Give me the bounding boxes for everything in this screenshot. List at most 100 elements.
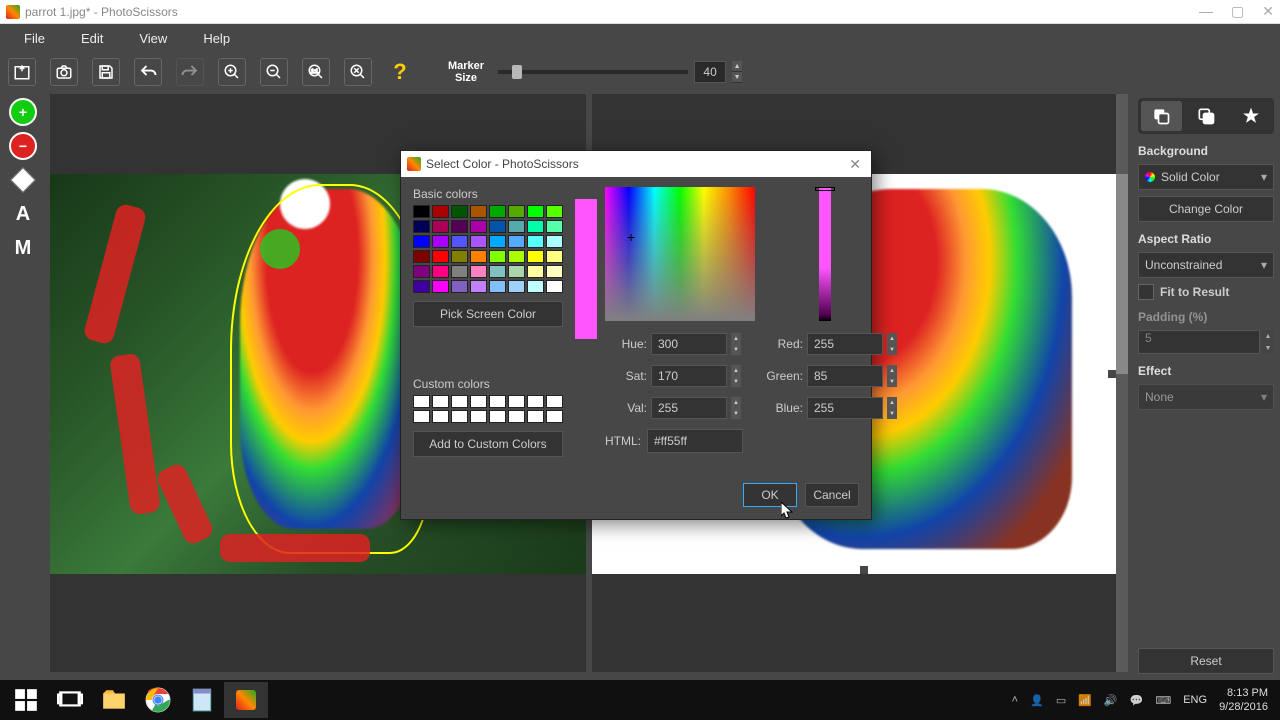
dialog-close-button[interactable]: ✕ (845, 156, 865, 173)
basic-swatch[interactable] (470, 250, 487, 263)
basic-swatch[interactable] (546, 220, 563, 233)
basic-swatch[interactable] (508, 265, 525, 278)
hue-slider[interactable] (819, 187, 831, 321)
basic-swatch[interactable] (470, 220, 487, 233)
chrome-icon[interactable] (136, 682, 180, 718)
basic-swatch[interactable] (451, 220, 468, 233)
basic-swatch[interactable] (451, 280, 468, 293)
basic-swatch[interactable] (413, 205, 430, 218)
basic-swatch[interactable] (432, 205, 449, 218)
custom-swatch[interactable] (489, 395, 506, 408)
saturation-picker[interactable]: + (605, 187, 755, 321)
tab-favorites[interactable] (1230, 101, 1271, 131)
aspect-ratio-dropdown[interactable]: Unconstrained (1138, 252, 1274, 278)
basic-swatch[interactable] (432, 280, 449, 293)
maximize-button[interactable]: ▢ (1231, 3, 1244, 20)
marker-size-slider[interactable] (498, 70, 688, 74)
hue-input[interactable] (651, 333, 727, 355)
val-input[interactable] (651, 397, 727, 419)
basic-swatch[interactable] (413, 265, 430, 278)
clock[interactable]: 8:13 PM 9/28/2016 (1219, 686, 1268, 715)
custom-swatch[interactable] (489, 410, 506, 423)
basic-swatch[interactable] (432, 265, 449, 278)
basic-swatch[interactable] (508, 220, 525, 233)
sat-input[interactable] (651, 365, 727, 387)
basic-swatch[interactable] (413, 250, 430, 263)
basic-swatch[interactable] (527, 250, 544, 263)
basic-swatch[interactable] (546, 265, 563, 278)
photoscissors-taskbar-icon[interactable] (224, 682, 268, 718)
basic-swatch[interactable] (470, 235, 487, 248)
people-icon[interactable]: 👤 (1030, 694, 1044, 707)
marker-size-down[interactable]: ▼ (732, 72, 742, 83)
wifi-icon[interactable]: 📶 (1078, 694, 1092, 707)
basic-swatch[interactable] (546, 205, 563, 218)
basic-swatch[interactable] (413, 280, 430, 293)
dialog-titlebar[interactable]: Select Color - PhotoScissors ✕ (401, 151, 871, 177)
basic-swatch[interactable] (527, 280, 544, 293)
padding-input[interactable]: 5 (1138, 330, 1260, 354)
background-mode-dropdown[interactable]: Solid Color (1138, 164, 1274, 190)
custom-swatch[interactable] (432, 395, 449, 408)
basic-swatch[interactable] (470, 205, 487, 218)
custom-swatch[interactable] (470, 395, 487, 408)
notepad-icon[interactable] (180, 682, 224, 718)
custom-swatch[interactable] (451, 395, 468, 408)
basic-swatch[interactable] (489, 205, 506, 218)
custom-swatch[interactable] (527, 410, 544, 423)
basic-swatch[interactable] (489, 250, 506, 263)
red-input[interactable] (807, 333, 883, 355)
basic-swatch[interactable] (546, 235, 563, 248)
basic-swatch[interactable] (546, 250, 563, 263)
marker-size-up[interactable]: ▲ (732, 61, 742, 72)
custom-swatch[interactable] (546, 395, 563, 408)
zoom-actual-button[interactable]: 1:1 (302, 58, 330, 86)
basic-swatch[interactable] (451, 265, 468, 278)
custom-swatch[interactable] (451, 410, 468, 423)
cancel-button[interactable]: Cancel (805, 483, 859, 507)
tab-foreground[interactable] (1186, 101, 1227, 131)
padding-down[interactable]: ▼ (1262, 342, 1274, 354)
custom-swatch[interactable] (413, 395, 430, 408)
marker-size-value[interactable]: 40 (694, 61, 726, 83)
start-button[interactable] (4, 682, 48, 718)
basic-swatch[interactable] (489, 280, 506, 293)
basic-swatch[interactable] (527, 205, 544, 218)
tab-background[interactable] (1141, 101, 1182, 131)
language-indicator[interactable]: ENG (1183, 694, 1207, 706)
zoom-out-button[interactable] (260, 58, 288, 86)
save-button[interactable] (92, 58, 120, 86)
custom-swatch[interactable] (508, 395, 525, 408)
custom-swatch[interactable] (470, 410, 487, 423)
custom-swatch[interactable] (527, 395, 544, 408)
background-marker-tool[interactable]: − (9, 132, 37, 160)
basic-swatch[interactable] (527, 220, 544, 233)
reset-button[interactable]: Reset (1138, 648, 1274, 674)
basic-swatch[interactable] (451, 235, 468, 248)
notifications-icon[interactable]: 💬 (1130, 694, 1144, 707)
html-input[interactable] (647, 429, 743, 453)
zoom-fit-button[interactable] (344, 58, 372, 86)
menu-help[interactable]: Help (185, 27, 248, 50)
custom-swatch[interactable] (546, 410, 563, 423)
keyboard-icon[interactable]: ⌨ (1155, 694, 1171, 707)
help-button[interactable]: ? (386, 58, 414, 86)
custom-swatch[interactable] (508, 410, 525, 423)
menu-edit[interactable]: Edit (63, 27, 121, 50)
basic-swatch[interactable] (470, 265, 487, 278)
padding-up[interactable]: ▲ (1262, 330, 1274, 342)
tray-chevron-icon[interactable]: ˄ (1012, 694, 1018, 706)
add-to-custom-button[interactable]: Add to Custom Colors (413, 431, 563, 457)
basic-swatch[interactable] (527, 235, 544, 248)
basic-swatch[interactable] (508, 250, 525, 263)
basic-swatch[interactable] (451, 205, 468, 218)
change-color-button[interactable]: Change Color (1138, 196, 1274, 222)
foreground-marker-tool[interactable]: + (9, 98, 37, 126)
custom-swatch[interactable] (413, 410, 430, 423)
basic-swatch[interactable] (432, 220, 449, 233)
menu-file[interactable]: File (6, 27, 63, 50)
basic-swatch[interactable] (451, 250, 468, 263)
zoom-in-button[interactable] (218, 58, 246, 86)
task-view-button[interactable] (48, 682, 92, 718)
volume-icon[interactable]: 🔊 (1104, 694, 1118, 707)
